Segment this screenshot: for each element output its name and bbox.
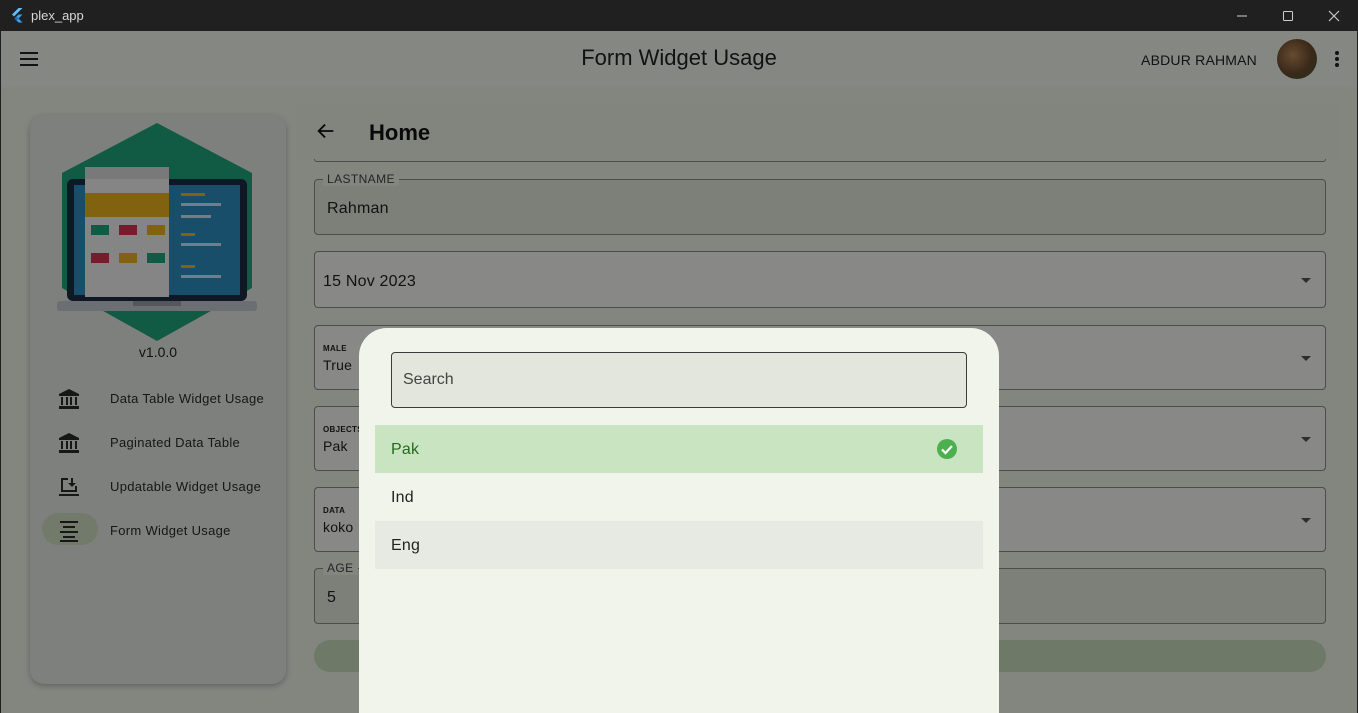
minimize-button[interactable] bbox=[1219, 0, 1265, 31]
flutter-logo-icon bbox=[12, 8, 23, 23]
list-item-ind[interactable]: Ind bbox=[375, 473, 983, 521]
window-title: plex_app bbox=[31, 8, 84, 23]
app-root: Form Widget Usage ABDUR RAHMAN v1.0.0 Da… bbox=[1, 31, 1357, 713]
close-icon bbox=[1328, 10, 1340, 21]
maximize-icon bbox=[1283, 10, 1293, 21]
list-item-eng[interactable]: Eng bbox=[375, 521, 983, 569]
selection-dialog: Pak Ind Eng bbox=[359, 328, 999, 713]
close-window-button[interactable] bbox=[1311, 0, 1357, 31]
option-label: Pak bbox=[391, 441, 420, 458]
maximize-button[interactable] bbox=[1265, 0, 1311, 31]
search-field[interactable] bbox=[391, 352, 967, 408]
window-titlebar: plex_app bbox=[0, 0, 1358, 31]
search-input[interactable] bbox=[392, 353, 966, 407]
list-item-pak[interactable]: Pak bbox=[375, 425, 983, 473]
check-circle-icon bbox=[937, 439, 957, 459]
option-label: Eng bbox=[391, 537, 421, 554]
option-label: Ind bbox=[391, 489, 414, 506]
minimize-icon bbox=[1237, 15, 1247, 16]
